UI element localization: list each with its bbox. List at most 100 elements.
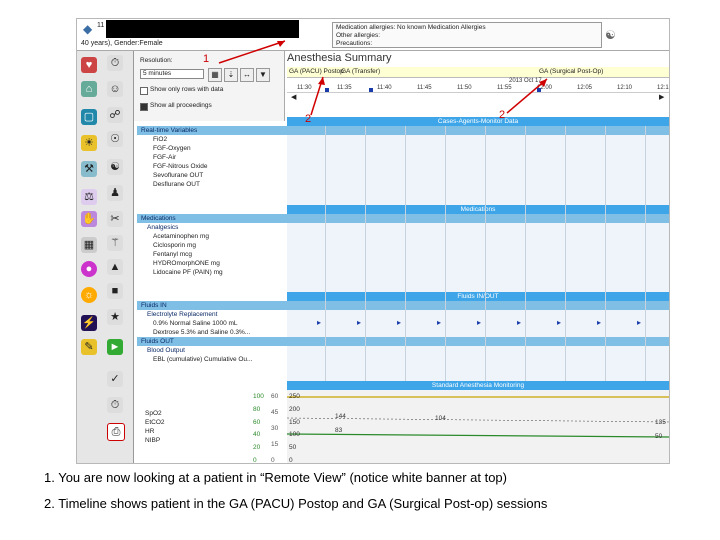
- grid-line: [325, 126, 326, 381]
- grid-line: [445, 126, 446, 381]
- vitals-chart: [287, 391, 669, 463]
- infusion-marker-icon[interactable]: ▸: [557, 318, 561, 327]
- row-label: HYDROmorphONE mg: [153, 260, 220, 267]
- scale-tick: 60: [271, 393, 279, 400]
- grid-line: [565, 126, 566, 381]
- row-label: HR: [145, 428, 155, 435]
- arrow-2b: [506, 78, 548, 114]
- infusion-marker-icon[interactable]: ▸: [317, 318, 321, 327]
- row-label: FGF-Nitrous Oxide: [153, 163, 208, 170]
- arrow-2a-head: [318, 77, 325, 85]
- subcategory-row[interactable]: Electrolyte Replacement: [137, 310, 669, 319]
- row-label: Lidocaine PF (PAIN) mg: [153, 269, 223, 276]
- scale-tick: 100: [253, 393, 264, 400]
- row-label: 0.9% Normal Saline 1000 mL: [153, 320, 238, 327]
- infusion-marker-icon[interactable]: ▸: [597, 318, 601, 327]
- scale-tick: 150: [289, 418, 300, 426]
- row-label: FGF-Air: [153, 154, 177, 161]
- signin-icon[interactable]: ✓: [107, 371, 123, 387]
- hands-icon[interactable]: ✋: [81, 211, 97, 227]
- infusion-marker-icon[interactable]: ▸: [517, 318, 521, 327]
- section-monitoring: Standard Anesthesia Monitoring: [287, 381, 669, 390]
- scale-tick: 30: [271, 425, 279, 432]
- anes-icon[interactable]: ★: [107, 309, 123, 325]
- category-row[interactable]: Medications: [137, 214, 669, 223]
- chart-icon[interactable]: ▲: [107, 259, 123, 275]
- grid-line: [525, 126, 526, 381]
- infusion-marker-icon[interactable]: ▸: [357, 318, 361, 327]
- arrow-1: [218, 40, 286, 64]
- list-item[interactable]: Sevoflurane OUT: [137, 171, 669, 180]
- scale-tick: 0: [289, 457, 293, 464]
- grid-line: [405, 126, 406, 381]
- subcategory-row[interactable]: Analgesics: [137, 223, 669, 232]
- list-item[interactable]: Dextrose 5.3% and Saline 0.3%...: [137, 328, 669, 337]
- staff-icon[interactable]: ☯: [107, 159, 123, 175]
- annotation-2a: 2: [305, 113, 312, 125]
- scale-tick: 45: [271, 409, 279, 416]
- pacu-icon[interactable]: ►: [107, 339, 123, 355]
- infusion-marker-icon[interactable]: ▸: [437, 318, 441, 327]
- list-item[interactable]: Desflurane OUT: [137, 180, 669, 189]
- fluids-sub: Electrolyte Replacement: [147, 311, 218, 318]
- row-label: Desflurane OUT: [153, 181, 200, 188]
- game-icon[interactable]: ●: [81, 261, 97, 277]
- grid-line: [485, 126, 486, 381]
- scale-tick: 20: [253, 444, 261, 452]
- tools-icon[interactable]: ⚒: [81, 161, 97, 177]
- scales-icon[interactable]: ⚖: [81, 189, 97, 205]
- scale-tick: 50: [289, 444, 297, 452]
- scale-tick: 100: [289, 431, 300, 439]
- instrument-icon[interactable]: ✂: [107, 211, 123, 227]
- subcategory-row[interactable]: Blood Output: [137, 346, 669, 355]
- scale-tick: 40: [253, 431, 261, 439]
- row-label: Acetaminophen mg: [153, 233, 210, 240]
- lightning-icon[interactable]: ⚡: [81, 315, 97, 331]
- row-label: Dextrose 5.3% and Saline 0.3%...: [153, 329, 251, 336]
- row-label: EtCO2: [145, 419, 165, 426]
- note-2: 2. Timeline shows patient in the GA (PAC…: [44, 496, 548, 511]
- meds-sub: Analgesics: [147, 224, 179, 231]
- scale-tick: 60: [253, 418, 261, 426]
- scale-tick: 0: [271, 457, 275, 464]
- arrow-2b-head: [539, 79, 547, 87]
- print-icon[interactable]: ⎙: [107, 423, 125, 441]
- category-row[interactable]: Fluids OUT: [137, 337, 669, 346]
- list-item[interactable]: FGF-Air: [137, 153, 669, 162]
- list-item[interactable]: EBL (cumulative) Cumulative Ou...: [137, 355, 669, 364]
- row-label: Sevoflurane OUT: [153, 172, 204, 179]
- vital-value: 135: [655, 419, 666, 426]
- list-item[interactable]: Ciclosporin mg: [137, 241, 669, 250]
- scale-tick: 15: [271, 441, 279, 448]
- position-icon[interactable]: ♟: [107, 185, 123, 201]
- infusion-marker-icon[interactable]: ▸: [637, 318, 641, 327]
- list-item[interactable]: Fentanyl mcg: [137, 250, 669, 259]
- vital-value: 83: [335, 427, 343, 434]
- row-label: EBL (cumulative) Cumulative Ou...: [153, 356, 253, 363]
- timer-icon[interactable]: ⏱: [107, 397, 123, 413]
- fluids-header: Fluids IN: [141, 302, 167, 309]
- list-item[interactable]: Lidocaine PF (PAIN) mg: [137, 268, 669, 277]
- tube-icon[interactable]: ⚚: [107, 235, 123, 251]
- section-medications: Medications: [287, 205, 669, 214]
- vital-value: 144: [335, 413, 346, 420]
- machine-icon[interactable]: ▦: [81, 237, 97, 253]
- end-icon[interactable]: ■: [107, 283, 123, 299]
- list-item[interactable]: FGF-Oxygen: [137, 144, 669, 153]
- infusion-marker-icon[interactable]: ▸: [397, 318, 401, 327]
- category-row[interactable]: Fluids IN: [137, 301, 669, 310]
- scale-tick: 250: [289, 393, 300, 400]
- list-item[interactable]: 0.9% Normal Saline 1000 mL: [137, 319, 669, 328]
- infusion-marker-icon[interactable]: ▸: [477, 318, 481, 327]
- row-label: NIBP: [145, 437, 161, 444]
- vital-value: 104: [435, 415, 446, 422]
- row-label: SpO2: [145, 410, 162, 417]
- list-item[interactable]: FGF-Nitrous Oxide: [137, 162, 669, 171]
- list-item[interactable]: Acetaminophen mg: [137, 232, 669, 241]
- meds-header: Medications: [141, 215, 176, 222]
- row-label: Fentanyl mcg: [153, 251, 193, 258]
- sun-icon[interactable]: ☼: [81, 287, 97, 303]
- clipboard-icon[interactable]: ✎: [81, 339, 97, 355]
- note-1: 1. You are now looking at a patient in “…: [44, 470, 507, 485]
- list-item[interactable]: HYDROmorphONE mg: [137, 259, 669, 268]
